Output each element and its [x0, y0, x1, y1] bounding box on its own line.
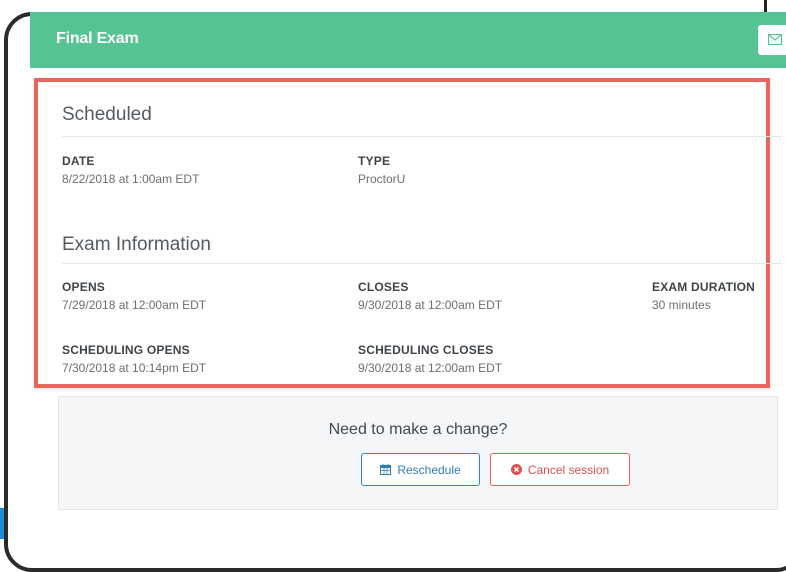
type-value: ProctorU — [358, 172, 406, 186]
opens-label: OPENS — [62, 280, 106, 294]
closes-value: 9/30/2018 at 12:00am EDT — [358, 298, 503, 312]
change-panel-title: Need to make a change? — [328, 421, 508, 438]
opens-value: 7/29/2018 at 12:00am EDT — [62, 298, 207, 312]
header-action-button[interactable] — [758, 25, 786, 55]
scheduling-opens-value: 7/30/2018 at 10:14pm EDT — [62, 361, 207, 375]
calendar-icon — [380, 464, 392, 475]
reschedule-label: Reschedule — [397, 462, 461, 477]
reschedule-button[interactable]: Reschedule — [361, 453, 480, 486]
cancel-session-label: Cancel session — [527, 462, 610, 477]
exam-duration-value: 30 minutes — [652, 298, 711, 312]
scheduling-closes-value: 9/30/2018 at 12:00am EDT — [358, 361, 503, 375]
exam-details-panel: Scheduled DATE 8/22/2018 at 1:00am EDT T… — [34, 78, 782, 388]
exam-info-heading: Exam Information — [62, 234, 211, 255]
exam-title: Final Exam — [56, 30, 139, 47]
exam-info-divider — [62, 263, 782, 264]
cancel-session-button[interactable]: Cancel session — [490, 453, 630, 486]
change-panel: Need to make a change? Reschedule Cancel… — [58, 396, 778, 510]
closes-label: CLOSES — [358, 280, 409, 294]
exam-duration-label: EXAM DURATION — [652, 280, 756, 294]
scheduling-closes-label: SCHEDULING CLOSES — [358, 343, 494, 357]
date-value: 8/22/2018 at 1:00am EDT — [62, 172, 200, 186]
envelope-icon — [768, 34, 782, 45]
scheduling-opens-label: SCHEDULING OPENS — [62, 343, 190, 357]
scheduled-heading: Scheduled — [62, 104, 152, 125]
scheduled-divider — [62, 136, 782, 137]
times-circle-icon — [510, 464, 522, 475]
date-label: DATE — [62, 154, 95, 168]
type-label: TYPE — [358, 154, 391, 168]
exam-header: Final Exam — [30, 12, 786, 68]
